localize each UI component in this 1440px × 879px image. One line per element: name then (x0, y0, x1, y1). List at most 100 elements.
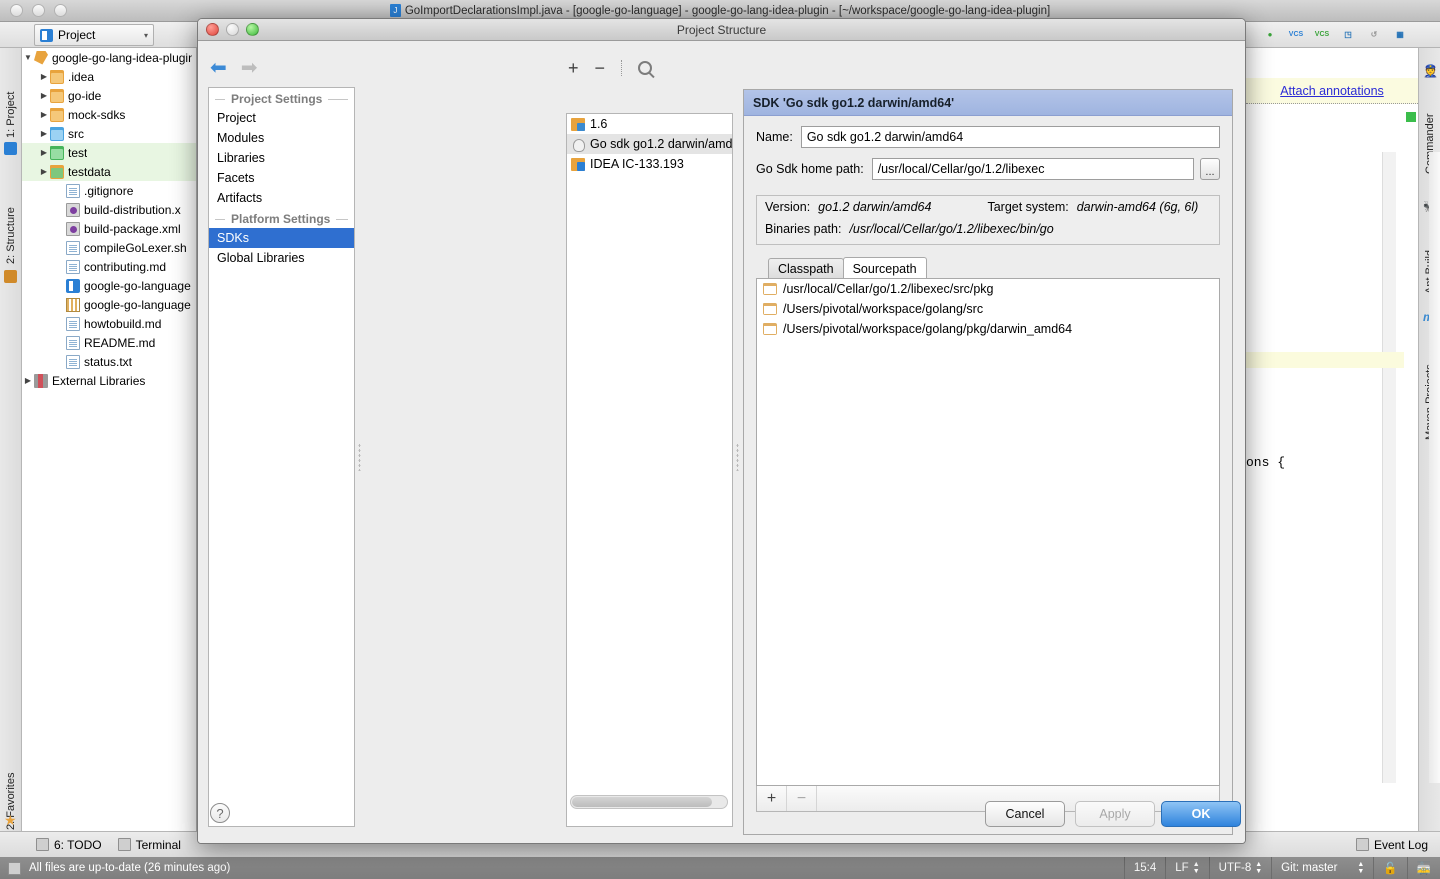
editor-marker-track[interactable] (1382, 152, 1396, 783)
settings-item-sdks[interactable]: SDKs (209, 228, 354, 248)
ide-minimize-button[interactable] (32, 4, 45, 17)
chevron-down-icon[interactable]: ▼ (22, 53, 34, 62)
ide-window-controls[interactable] (10, 4, 67, 17)
settings-item-modules[interactable]: Modules (209, 128, 354, 148)
ok-button[interactable]: OK (1161, 801, 1241, 827)
settings-item-project[interactable]: Project (209, 108, 354, 128)
back-arrow-icon[interactable]: ⬅ (210, 58, 227, 78)
status-git-branch-label: Git: master (1281, 862, 1338, 874)
tree-item[interactable]: ▶ testdata (22, 162, 196, 181)
settings-item-facets[interactable]: Facets (209, 168, 354, 188)
browse-button[interactable]: ... (1200, 158, 1220, 180)
tree-item[interactable]: README.md (22, 333, 196, 352)
vcs-commit-icon[interactable]: VCS (1314, 27, 1330, 43)
lock-icon[interactable]: 🔓 (1373, 857, 1406, 879)
undo-icon[interactable]: ↺ (1366, 27, 1382, 43)
sdk-list-item[interactable]: Go sdk go1.2 darwin/amd (567, 134, 732, 154)
settings-item-artifacts[interactable]: Artifacts (209, 188, 354, 208)
tree-item[interactable]: ▶ test (22, 143, 196, 162)
status-encoding[interactable]: UTF-8 ▲ ▼ (1208, 857, 1272, 879)
tree-item[interactable]: ▼ google-go-lang-idea-plugin (22, 48, 196, 67)
status-git-branch[interactable]: Git: master ▲ ▼ (1271, 857, 1373, 879)
status-line-separator[interactable]: LF ▲ ▼ (1165, 857, 1208, 879)
sidebar-item-project[interactable]: 1: Project (1, 54, 21, 138)
sdk-name-row: Name: Go sdk go1.2 darwin/amd64 (744, 126, 1232, 148)
settings-item-label: Artifacts (217, 191, 263, 205)
project-tree-panel[interactable]: ▼ google-go-lang-idea-plugin ▶ .idea ▶ go-ide… (22, 48, 197, 831)
sdk-list-item[interactable]: IDEA IC-133.193 (567, 154, 732, 174)
sourcepath-list[interactable]: /usr/local/Cellar/go/1.2/libexec/src/pkg… (756, 278, 1220, 786)
go-sdk-icon (571, 138, 585, 152)
bottom-tab-todo[interactable]: 6: TODO (36, 838, 102, 852)
chevron-right-icon[interactable]: ▶ (38, 148, 50, 157)
bottom-tab-terminal[interactable]: Terminal (117, 838, 181, 852)
status-memory-icon[interactable] (8, 861, 21, 875)
sourcepath-item[interactable]: /Users/pivotal/workspace/golang/pkg/darw… (757, 319, 1219, 339)
tree-item[interactable]: ▶ src (22, 124, 196, 143)
event-log-button[interactable]: Event Log (1355, 838, 1428, 852)
tab-label: Classpath (778, 262, 834, 276)
settings-splitter[interactable] (356, 87, 363, 827)
vcs-update-icon[interactable]: VCS (1288, 27, 1304, 43)
settings-icon[interactable]: ▦ (1392, 27, 1408, 43)
tree-item[interactable]: compileGoLexer.sh (22, 238, 196, 257)
dialog-close-button[interactable] (206, 23, 219, 36)
sidebar-item-structure[interactable]: 2: Structure (1, 170, 21, 264)
add-sdk-button[interactable]: + (568, 59, 579, 77)
tree-item[interactable]: ▶ go-ide (22, 86, 196, 105)
remove-sdk-button[interactable]: − (595, 59, 606, 77)
tab-classpath[interactable]: Classpath (768, 258, 844, 279)
help-button[interactable]: ? (210, 803, 230, 823)
tree-item[interactable]: contributing.md (22, 257, 196, 276)
left-tool-strip: 1: Project 2: Structure 2: Favorites ★ (0, 48, 22, 831)
inspection-status-indicator (1406, 112, 1416, 122)
search-icon[interactable] (638, 61, 653, 75)
sdk-detail-header: SDK 'Go sdk go1.2 darwin/amd64' (744, 90, 1232, 116)
sdk-splitter[interactable] (734, 87, 741, 827)
dialog-zoom-button[interactable] (246, 23, 259, 36)
dialog-window-controls[interactable] (206, 23, 259, 36)
train-icon[interactable]: 🚋 (1406, 857, 1440, 879)
tree-item[interactable]: .gitignore (22, 181, 196, 200)
sdk-home-path-input[interactable]: /usr/local/Cellar/go/1.2/libexec (871, 158, 1194, 180)
chevron-right-icon[interactable]: ▶ (38, 110, 50, 119)
project-icon (40, 28, 53, 42)
settings-categories-panel[interactable]: Project Settings Project Modules Libraries F… (208, 87, 355, 827)
tree-item[interactable]: google-go-language (22, 276, 196, 295)
tree-item[interactable]: build-distribution.x (22, 200, 196, 219)
chevron-down-icon[interactable]: ▾ (144, 31, 148, 40)
tree-item[interactable]: google-go-language (22, 295, 196, 314)
history-icon[interactable]: ◳ (1340, 27, 1356, 43)
settings-item-libraries[interactable]: Libraries (209, 148, 354, 168)
sdk-list-item[interactable]: 1.6 (567, 114, 732, 134)
cancel-button[interactable]: Cancel (985, 801, 1065, 827)
tree-item[interactable]: ▶ .idea (22, 67, 196, 86)
ide-zoom-button[interactable] (54, 4, 67, 17)
tree-item[interactable]: howtobuild.md (22, 314, 196, 333)
dialog-minimize-button[interactable] (226, 23, 239, 36)
attach-annotations-link[interactable]: Attach annotations (1280, 84, 1384, 98)
project-tab-label: Project (58, 28, 96, 42)
chevron-right-icon[interactable]: ▶ (38, 167, 50, 176)
settings-item-global-libraries[interactable]: Global Libraries (209, 248, 354, 268)
tree-item[interactable]: ▶ External Libraries (22, 371, 196, 390)
status-caret-position[interactable]: 15:4 (1123, 857, 1165, 879)
tree-item[interactable]: build-package.xml (22, 219, 196, 238)
chevron-right-icon[interactable]: ▶ (38, 129, 50, 138)
sdk-list-panel[interactable]: 1.6 Go sdk go1.2 darwin/amd IDEA IC-133.19… (566, 113, 733, 827)
ide-close-button[interactable] (10, 4, 23, 17)
project-tool-window-tab[interactable]: Project ▾ (34, 24, 154, 46)
tree-item[interactable]: ▶ mock-sdks (22, 105, 196, 124)
apply-button[interactable]: Apply (1075, 801, 1155, 827)
tree-item[interactable]: status.txt (22, 352, 196, 371)
sourcepath-item[interactable]: /usr/local/Cellar/go/1.2/libexec/src/pkg (757, 279, 1219, 299)
debug-icon[interactable]: ● (1262, 27, 1278, 43)
chevron-right-icon[interactable]: ▶ (22, 376, 34, 385)
forward-arrow-icon[interactable]: ➡ (241, 58, 258, 78)
chevron-right-icon[interactable]: ▶ (38, 72, 50, 81)
sourcepath-item[interactable]: /Users/pivotal/workspace/golang/src (757, 299, 1219, 319)
sdk-version-label: Version: (765, 200, 811, 214)
sdk-name-input[interactable]: Go sdk go1.2 darwin/amd64 (800, 126, 1220, 148)
chevron-right-icon[interactable]: ▶ (38, 91, 50, 100)
tab-sourcepath[interactable]: Sourcepath (842, 257, 927, 279)
